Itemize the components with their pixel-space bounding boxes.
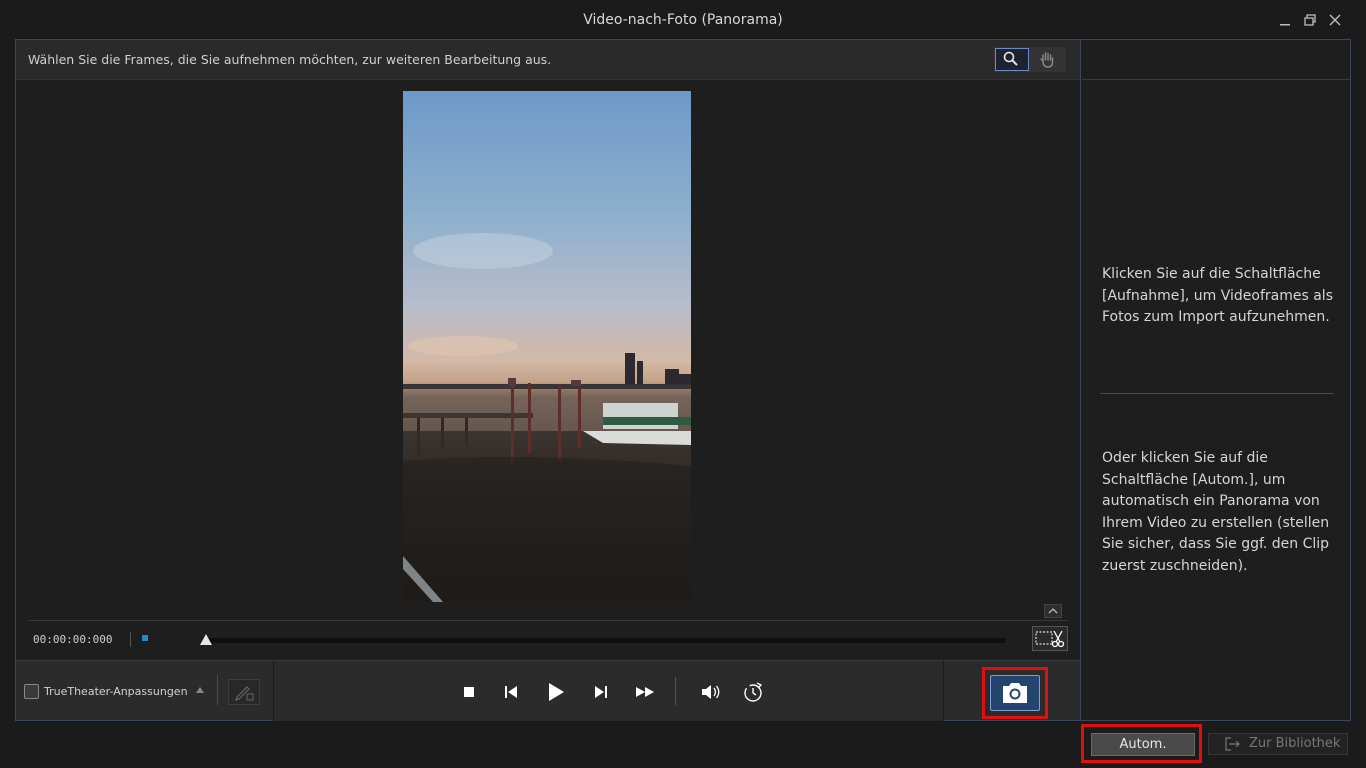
- timecode-divider: [130, 632, 131, 647]
- player-controls: TrueTheater-Anpassungen: [16, 660, 1080, 721]
- fast-forward-button[interactable]: [632, 679, 658, 705]
- scissors-icon: [1035, 630, 1065, 648]
- expand-button[interactable]: [1044, 604, 1062, 618]
- volume-icon: [702, 685, 720, 699]
- timecode: 00:00:00:000: [33, 633, 113, 646]
- snapshot-highlight: [982, 667, 1048, 719]
- zoom-icon: [1003, 51, 1018, 66]
- close-icon[interactable]: [1327, 12, 1343, 28]
- instruction-text: Wählen Sie die Frames, die Sie aufnehmen…: [28, 52, 552, 67]
- volume-button[interactable]: [698, 679, 724, 705]
- edit-button[interactable]: [228, 679, 260, 705]
- main-panel: Wählen Sie die Frames, die Sie aufnehmen…: [15, 39, 1351, 721]
- hint-divider: [1100, 393, 1334, 394]
- playback-controls: [273, 661, 944, 721]
- zoom-tool-button[interactable]: [995, 48, 1029, 71]
- next-frame-icon: [595, 686, 607, 698]
- seek-track[interactable]: [204, 638, 1006, 643]
- chevron-up-icon: [1048, 608, 1058, 614]
- hand-icon: [1040, 52, 1054, 68]
- timeline-divider: [28, 620, 1068, 621]
- play-icon: [549, 683, 564, 701]
- hint-panel-header: [1082, 40, 1350, 80]
- previous-frame-icon: [505, 686, 517, 698]
- minimize-icon[interactable]: [1277, 12, 1293, 28]
- trim-button[interactable]: [1032, 626, 1068, 651]
- hint-panel: Klicken Sie auf die Schaltfläche [Aufnah…: [1082, 40, 1350, 720]
- stop-icon: [464, 687, 474, 697]
- library-button[interactable]: Zur Bibliothek: [1208, 733, 1348, 755]
- seek-thumb[interactable]: [200, 634, 212, 645]
- restore-icon[interactable]: [1302, 12, 1318, 28]
- autom-highlight: Autom.: [1081, 724, 1202, 763]
- pencil-icon: [235, 686, 254, 701]
- camera-icon: [1003, 683, 1027, 703]
- video-viewer: [16, 81, 1080, 620]
- fast-forward-icon: [636, 687, 654, 697]
- controls-divider: [217, 675, 218, 705]
- truetheater-checkbox[interactable]: [24, 684, 39, 699]
- truetheater-dropdown-icon[interactable]: [196, 687, 204, 693]
- view-tool-group: [994, 47, 1066, 72]
- preview-area: Wählen Sie die Frames, die Sie aufnehmen…: [16, 40, 1081, 721]
- stop-button[interactable]: [456, 679, 482, 705]
- speed-icon: [744, 682, 763, 702]
- snapshot-button[interactable]: [990, 675, 1040, 711]
- autom-button[interactable]: Autom.: [1091, 733, 1195, 756]
- speed-button[interactable]: [740, 679, 766, 705]
- timeline: 00:00:00:000: [16, 604, 1080, 660]
- player-divider: [675, 677, 676, 705]
- library-button-label: Zur Bibliothek: [1249, 736, 1341, 751]
- hint-capture-text: Klicken Sie auf die Schaltfläche [Aufnah…: [1102, 266, 1333, 325]
- previous-frame-button[interactable]: [498, 679, 524, 705]
- hint-auto-text: Oder klicken Sie auf die Schaltfläche [A…: [1102, 450, 1330, 574]
- instruction-bar: Wählen Sie die Frames, die Sie aufnehmen…: [16, 40, 1080, 80]
- export-icon: [1225, 737, 1240, 751]
- position-marker: [142, 635, 148, 641]
- hand-tool-button[interactable]: [1031, 48, 1065, 71]
- next-frame-button[interactable]: [588, 679, 614, 705]
- truetheater-label: TrueTheater-Anpassungen: [44, 685, 188, 698]
- window-title: Video-nach-Foto (Panorama): [583, 12, 783, 28]
- video-frame: [403, 91, 691, 602]
- title-bar: Video-nach-Foto (Panorama): [0, 0, 1366, 40]
- play-button[interactable]: [542, 679, 568, 705]
